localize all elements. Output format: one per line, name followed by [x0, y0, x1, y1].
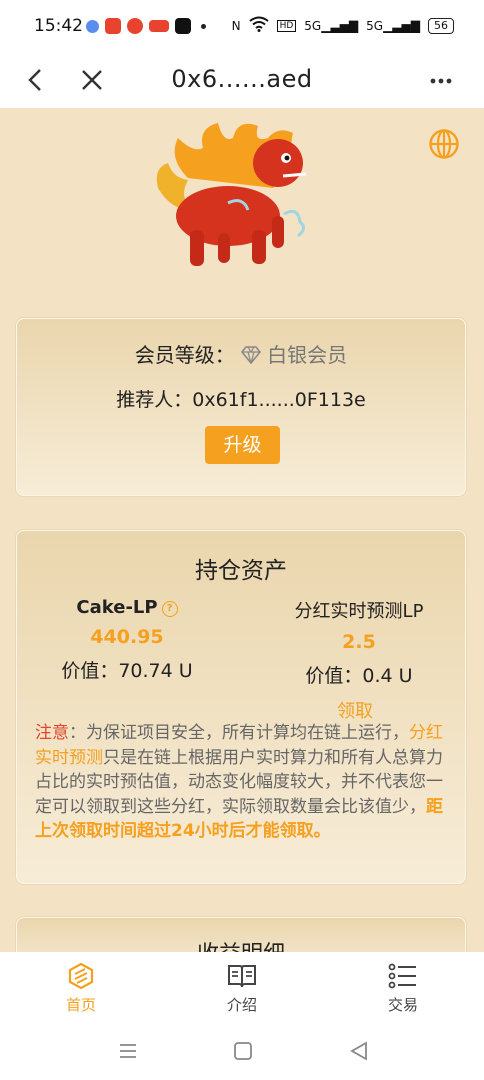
signal-icon: 5G▁▃▅▇	[366, 18, 420, 33]
cake-lp-column: Cake-LP? 440.95 价值：70.74 U	[57, 597, 197, 683]
system-navigation-bar	[0, 1022, 484, 1080]
help-icon[interactable]: ?	[161, 601, 178, 617]
tab-home[interactable]: 首页	[41, 962, 121, 1015]
claim-button[interactable]: 领取	[337, 697, 373, 723]
cake-lp-name: Cake-LP	[76, 597, 158, 618]
home-cube-icon	[68, 962, 94, 990]
nfc-icon: N	[231, 18, 241, 33]
home-icon[interactable]	[232, 1040, 254, 1062]
tab-trade[interactable]: 交易	[363, 962, 443, 1015]
upgrade-button[interactable]: 升级	[205, 426, 280, 464]
dividend-lp-column: 分红实时预测LP 2.5 价值：0.4 U	[279, 597, 439, 688]
notice-part1: ：为保证项目安全，所有计算均在链上运行，	[69, 723, 409, 743]
dividend-lp-amount: 2.5	[342, 631, 376, 653]
app-notification-icon	[127, 18, 143, 34]
list-icon	[388, 963, 416, 989]
tiktok-icon	[175, 18, 191, 34]
qilin-logo	[156, 123, 307, 266]
app-notification-icon	[86, 19, 99, 33]
more-options-icon[interactable]	[428, 68, 454, 94]
tab-home-label: 首页	[65, 996, 96, 1014]
tab-intro-label: 介绍	[226, 996, 257, 1014]
recent-apps-icon[interactable]	[117, 1040, 139, 1062]
battery-indicator: 56	[428, 17, 454, 34]
holdings-title: 持仓资产	[195, 558, 287, 584]
holdings-card: 持仓资产 Cake-LP? 440.95 价值：70.74 U 分红实时预测LP…	[16, 530, 466, 884]
page-title: 0x6......aed	[171, 65, 313, 93]
notice-prefix: 注意	[35, 723, 69, 743]
referrer-address: 推荐人：0x61f1......0F113e	[116, 389, 366, 411]
member-level-row: 会员等级： 白银会员	[17, 339, 465, 368]
status-indicators: N HD 5G▁▃▅▇ 5G▁▃▅▇ 56	[232, 16, 454, 35]
member-level-label: 会员等级：	[134, 343, 235, 367]
app-notification-icon	[149, 20, 169, 32]
system-back-icon[interactable]	[348, 1040, 370, 1062]
notice-text: 注意：为保证项目安全，所有计算均在链上运行，分红实时预测只是在链上根据用户实时算…	[35, 721, 451, 844]
dividend-lp-value: 价值：0.4 U	[305, 665, 413, 687]
member-card: 会员等级： 白银会员 推荐人：0x61f1......0F113e 升级	[16, 318, 466, 496]
nav-bar: 0x6......aed	[0, 56, 484, 108]
app-notification-icon	[105, 18, 121, 34]
more-notifications-dot	[201, 23, 206, 29]
language-globe-icon[interactable]	[428, 128, 460, 160]
signal-icon: 5G▁▃▅▇	[304, 18, 359, 33]
cake-lp-value: 价值：70.74 U	[61, 660, 193, 682]
cake-lp-amount: 440.95	[90, 626, 164, 648]
hd-icon: HD	[276, 19, 297, 32]
dividend-lp-name: 分红实时预测LP	[294, 601, 424, 622]
member-level-value: 白银会员	[267, 343, 348, 367]
tab-trade-label: 交易	[387, 996, 418, 1014]
status-bar: 15:42 N HD 5G▁▃▅▇ 5G▁▃▅▇ 56	[0, 0, 484, 56]
tab-intro[interactable]: 介绍	[202, 962, 282, 1015]
cake-lp-name-row: Cake-LP?	[57, 597, 197, 618]
diamond-icon	[241, 346, 262, 364]
status-app-icons	[86, 18, 206, 34]
book-icon	[228, 965, 256, 988]
bottom-tab-bar: 首页 介绍 交易	[0, 952, 484, 1022]
wifi-icon	[248, 16, 269, 35]
status-time: 15:42	[34, 16, 83, 36]
